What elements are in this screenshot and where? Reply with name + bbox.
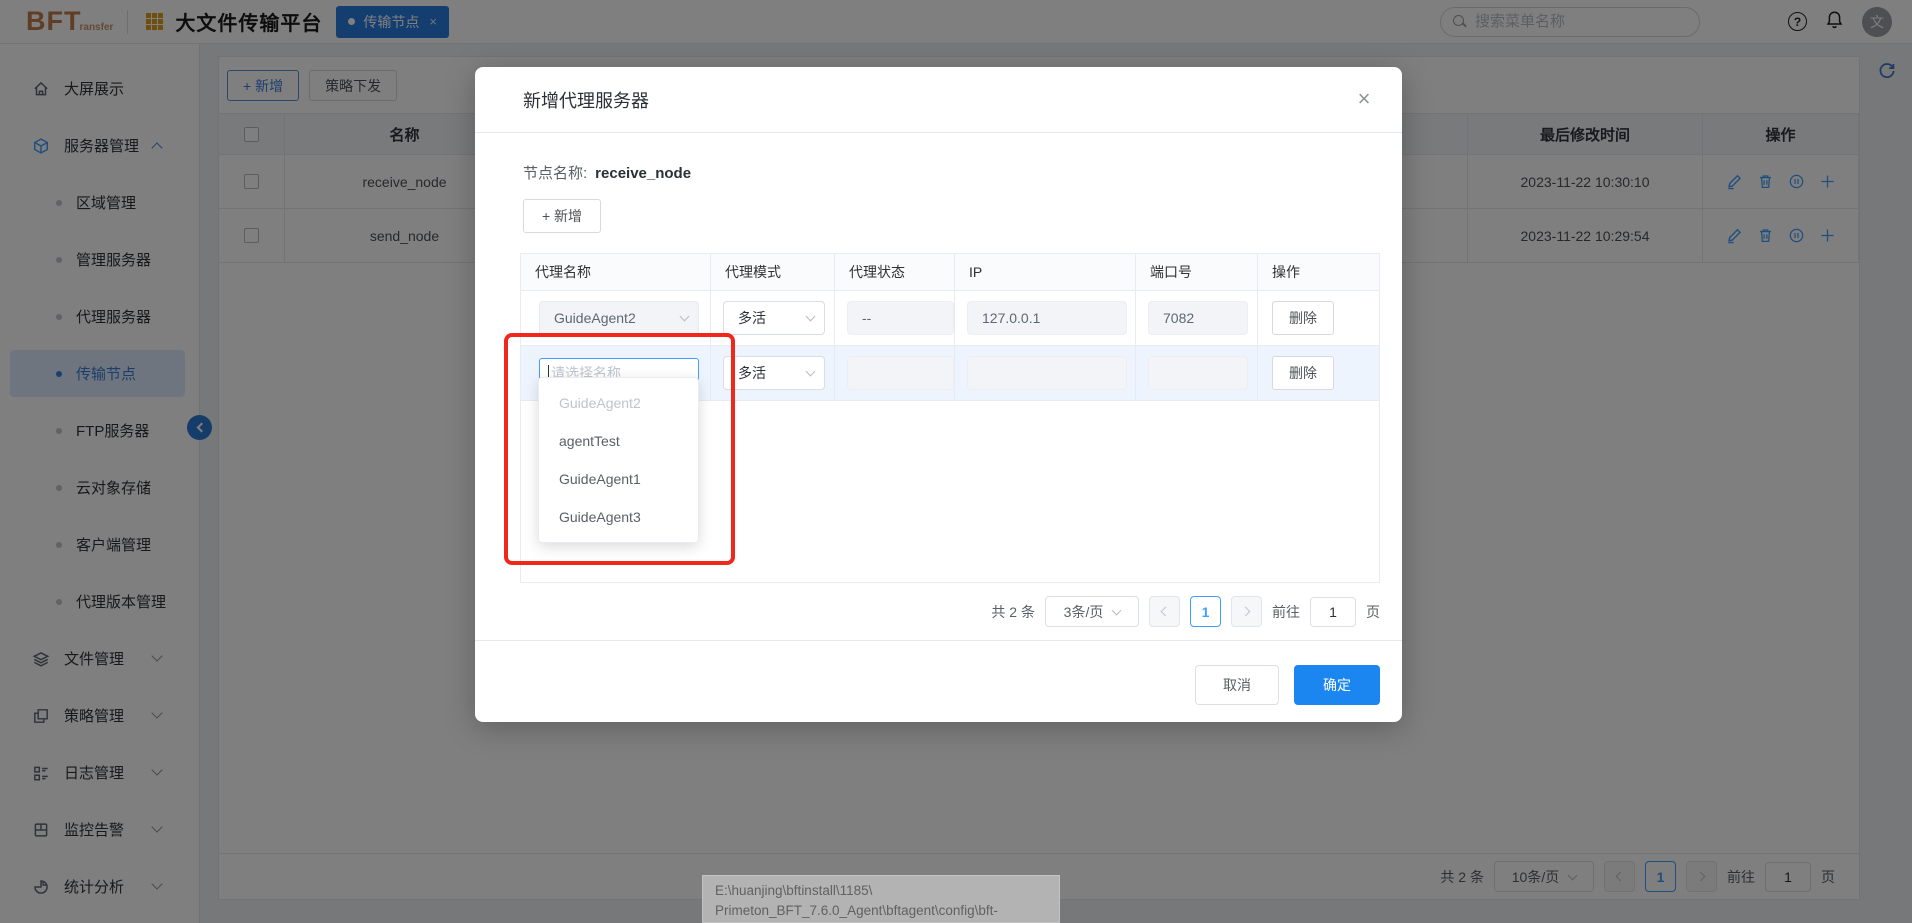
goto-page-input[interactable]: 1 — [1310, 597, 1356, 627]
row-delete-button[interactable]: 删除 — [1272, 356, 1334, 390]
pagination-dialog: 共 2 条 3条/页 1 前往 1 页 — [520, 583, 1380, 640]
agent-name-select[interactable]: GuideAgent2 — [539, 301, 699, 335]
node-name-row: 节点名称:receive_node — [523, 162, 691, 183]
proxy-mode-select[interactable]: 多活 — [723, 356, 825, 390]
chevron-down-icon — [806, 312, 816, 322]
prev-page-button[interactable] — [1149, 596, 1180, 627]
cancel-button[interactable]: 取消 — [1195, 665, 1279, 705]
agent-name-dropdown: GuideAgent2 agentTest GuideAgent1 GuideA… — [538, 377, 699, 543]
proxy-table-header: 代理名称 代理模式 代理状态 IP 端口号 操作 — [521, 254, 1379, 291]
dialog-title: 新增代理服务器 — [523, 87, 649, 113]
proxy-status-field: -- — [847, 301, 954, 335]
current-page[interactable]: 1 — [1190, 596, 1221, 627]
node-name-value: receive_node — [595, 165, 691, 182]
chevron-right-icon — [1241, 607, 1251, 617]
add-proxy-dialog: 新增代理服务器 × 节点名称:receive_node + 新增 代理名称 代理… — [475, 67, 1402, 722]
path-tooltip: E:\huanjing\bftinstall\1185\ Primeton_BF… — [702, 875, 1060, 923]
chevron-down-icon — [1112, 605, 1122, 615]
confirm-button[interactable]: 确定 — [1294, 665, 1380, 705]
dropdown-option[interactable]: agentTest — [539, 422, 698, 460]
page-unit: 页 — [1366, 602, 1380, 622]
footer-divider — [475, 640, 1402, 641]
total-count: 共 2 条 — [991, 602, 1035, 622]
close-icon[interactable]: × — [1350, 85, 1378, 113]
app-root: BFT ransfer 大文件传输平台 传输节点 × ? 文 大屏展示 — [0, 0, 1912, 923]
dialog-add-button[interactable]: + 新增 — [523, 199, 601, 233]
row-delete-button[interactable]: 删除 — [1272, 301, 1334, 335]
ip-field — [967, 356, 1127, 390]
proxy-status-field — [847, 356, 954, 390]
proxy-mode-select[interactable]: 多活 — [723, 301, 825, 335]
goto-label: 前往 — [1272, 602, 1300, 622]
dropdown-option[interactable]: GuideAgent3 — [539, 498, 698, 536]
next-page-button[interactable] — [1231, 596, 1262, 627]
dropdown-option[interactable]: GuideAgent2 — [539, 384, 698, 422]
chevron-down-icon — [806, 367, 816, 377]
chevron-left-icon — [1161, 607, 1171, 617]
port-field — [1148, 356, 1248, 390]
dropdown-option[interactable]: GuideAgent1 — [539, 460, 698, 498]
chevron-down-icon — [680, 312, 690, 322]
proxy-row-1: GuideAgent2 多活 -- 127.0.0.1 7082 删除 — [521, 291, 1379, 346]
page-size-select[interactable]: 3条/页 — [1045, 596, 1139, 627]
ip-field: 127.0.0.1 — [967, 301, 1127, 335]
port-field: 7082 — [1148, 301, 1248, 335]
dialog-header: 新增代理服务器 — [475, 67, 1402, 133]
